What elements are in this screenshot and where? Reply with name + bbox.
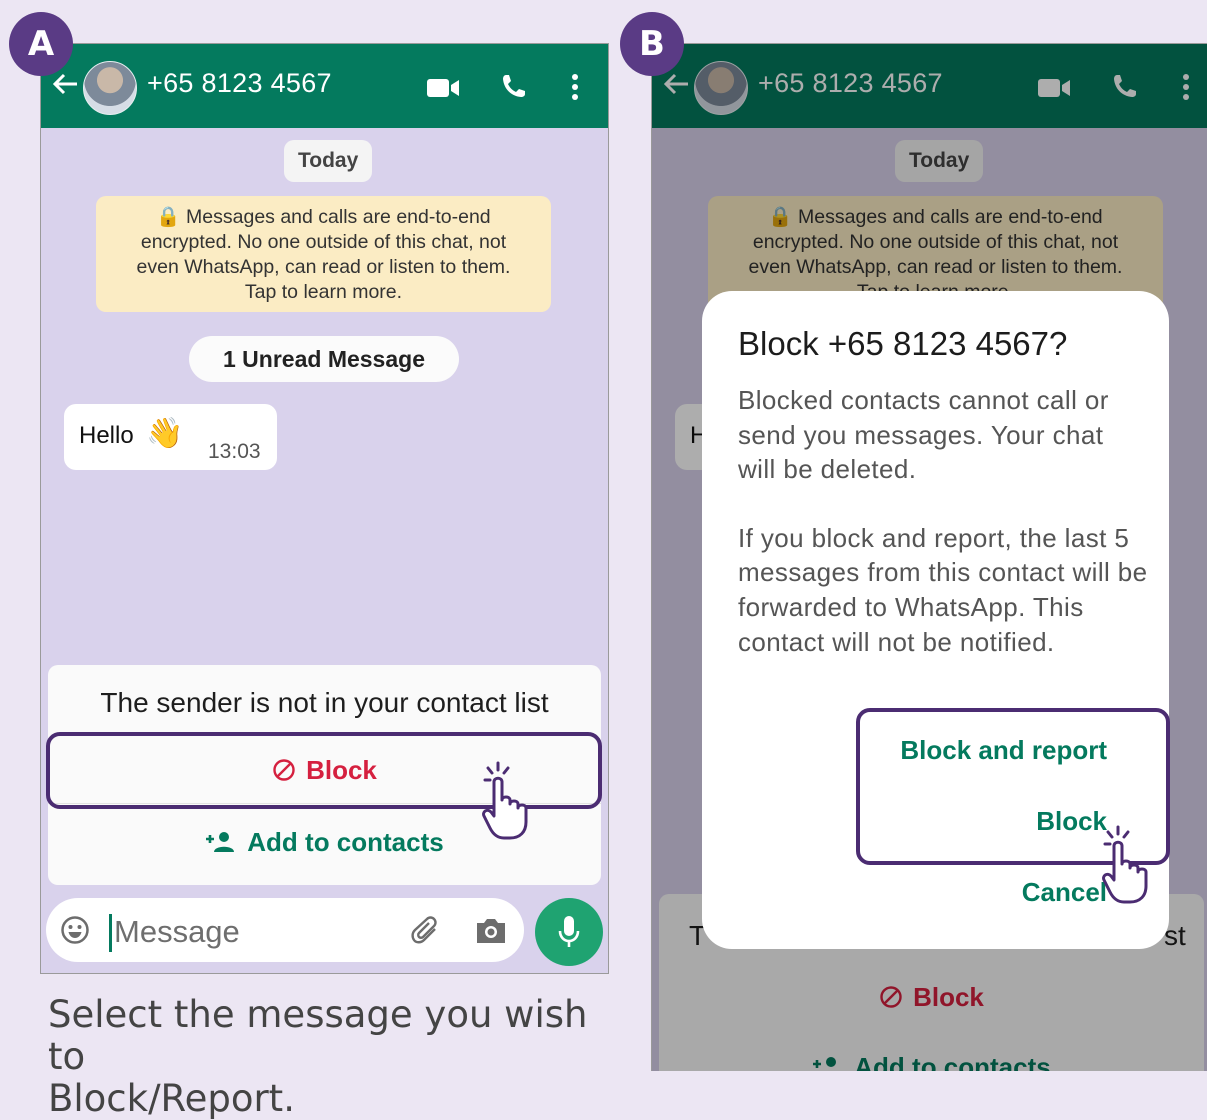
attach-icon[interactable] [410, 915, 442, 947]
dialog-body-paragraph-2: If you block and report, the last 5 mess… [738, 522, 1148, 657]
message-text: Hello [79, 422, 134, 449]
voice-message-button[interactable] [535, 898, 603, 966]
caption-line-1: Select the message you wish to [48, 993, 588, 1078]
dialog-body: Blocked contacts cannot call or send you… [738, 383, 1148, 693]
chat-header: +65 8123 4567 [41, 44, 608, 128]
dialog-body-paragraph-1: Blocked contacts cannot call or send you… [738, 385, 1109, 485]
step-badge-a: A [9, 12, 73, 76]
add-to-contacts-label: Add to contacts [247, 826, 444, 857]
message-time: 13:03 [208, 440, 261, 463]
lock-icon: 🔒 [156, 206, 181, 228]
notice-line-3: even WhatsApp, can read or listen to the… [136, 256, 511, 278]
pointer-hand-icon [482, 761, 528, 840]
date-chip: Today [284, 140, 373, 182]
emoji-icon[interactable] [60, 915, 90, 945]
more-vertical-icon[interactable] [571, 73, 579, 101]
step-badge-b: B [620, 12, 684, 76]
instruction-caption: Select the message you wish to Block/Rep… [48, 994, 608, 1120]
message-input[interactable]: Message [114, 914, 240, 950]
unread-banner: 1 Unread Message [189, 336, 459, 382]
cancel-button[interactable]: Cancel [1022, 877, 1107, 908]
phone-screen-b: +65 8123 4567 Today 🔒 Messages and calls… [651, 43, 1207, 1071]
dialog-title: Block +65 8123 4567? [738, 325, 1068, 362]
text-caret [109, 914, 112, 952]
camera-icon[interactable] [474, 917, 508, 945]
video-call-icon[interactable] [427, 77, 459, 99]
avatar[interactable] [83, 61, 137, 115]
message-input-bar[interactable]: Message [46, 898, 524, 962]
add-person-icon [206, 832, 235, 852]
pointer-hand-icon [1102, 825, 1148, 904]
message-bubble[interactable]: Hello 👋 13:03 [64, 404, 277, 470]
contact-name[interactable]: +65 8123 4567 [147, 68, 332, 99]
back-arrow-icon[interactable] [51, 70, 79, 98]
notice-line-1: Messages and calls are end-to-end [186, 206, 491, 228]
notice-line-4: Tap to learn more. [244, 281, 403, 303]
encryption-notice[interactable]: 🔒 Messages and calls are end-to-end encr… [96, 196, 551, 312]
waving-hand-emoji: 👋 [146, 417, 184, 450]
voice-call-icon[interactable] [501, 73, 527, 99]
notice-line-2: encrypted. No one outside of this chat, … [140, 231, 507, 253]
caption-line-2: Block/Report. [48, 1077, 295, 1120]
microphone-icon [558, 916, 580, 947]
unknown-sender-text: The sender is not in your contact list [100, 687, 549, 718]
